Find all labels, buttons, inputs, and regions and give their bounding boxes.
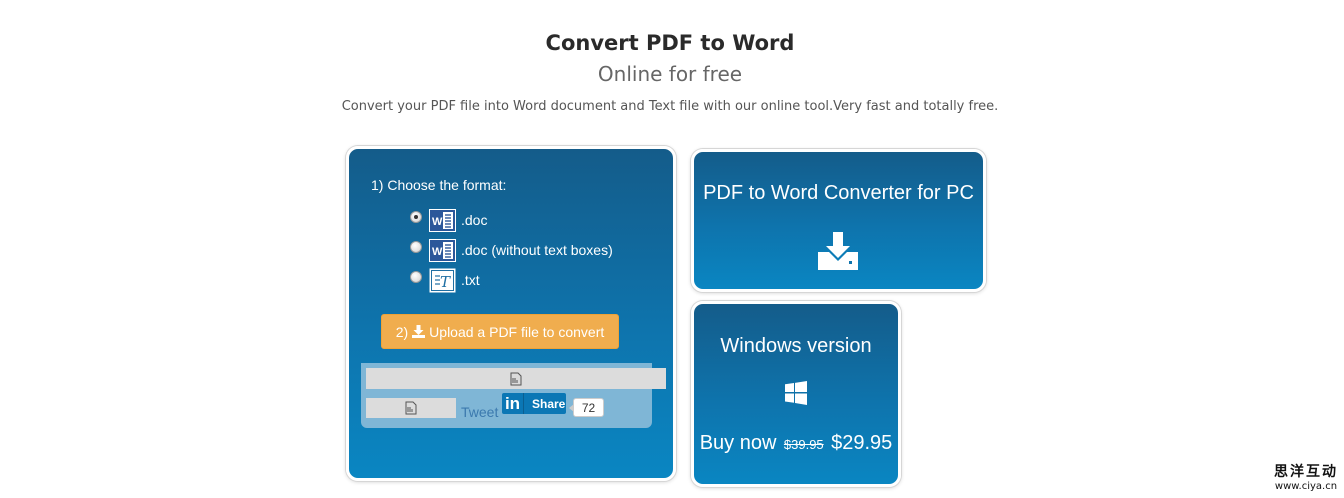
buy-now-label[interactable]: Buy now (700, 432, 777, 454)
social-widget-placeholder-small (366, 398, 456, 418)
buy-now-row[interactable]: Buy now $39.95 $29.95 (694, 432, 898, 455)
svg-text:T: T (440, 273, 451, 291)
format-label-doc[interactable]: .doc (461, 212, 487, 228)
share-count-badge: 72 (569, 398, 604, 417)
linkedin-share-label: Share (532, 396, 566, 411)
watermark-url: www.ciya.cn (1274, 481, 1338, 492)
pc-converter-card[interactable]: PDF to Word Converter for PC (691, 149, 986, 292)
old-price: $39.95 (783, 437, 824, 452)
windows-logo-icon (785, 381, 807, 405)
format-radio-txt[interactable] (410, 271, 422, 283)
windows-version-title: Windows version (720, 335, 872, 357)
format-label-txt[interactable]: .txt (461, 272, 480, 288)
social-widget-placeholder (366, 368, 666, 389)
download-icon (818, 232, 858, 270)
format-radio-doc-no-textboxes[interactable] (410, 241, 422, 253)
upload-pdf-button[interactable]: 2) Upload a PDF file to convert (381, 314, 619, 349)
format-label-doc-no-textboxes[interactable]: .doc (without text boxes) (461, 242, 613, 258)
page-description: Convert your PDF file into Word document… (341, 99, 999, 114)
page-subtitle: Online for free (597, 62, 743, 86)
windows-version-card[interactable]: Windows version Buy now $39.95 $29.95 (691, 301, 901, 487)
upload-label: Upload a PDF file to convert (429, 323, 605, 340)
word-icon: W (429, 208, 456, 233)
site-watermark: 思洋互动 www.ciya.cn (1274, 461, 1338, 492)
watermark-name: 思洋互动 (1274, 464, 1338, 480)
word-icon: W (429, 238, 456, 263)
converter-panel: 1) Choose the format: W .doc W .doc (wit… (346, 146, 676, 481)
broken-image-icon (510, 372, 522, 385)
format-option-doc-no-textboxes[interactable]: W .doc (without text boxes) (410, 237, 613, 263)
linkedin-icon: in (502, 393, 524, 414)
format-radio-doc[interactable] (410, 211, 422, 223)
svg-text:W: W (432, 216, 443, 228)
pc-converter-title: PDF to Word Converter for PC (703, 182, 974, 204)
format-option-doc[interactable]: W .doc (410, 207, 487, 233)
social-share-panel: Tweet in Share 72 (361, 363, 666, 428)
download-icon (412, 325, 426, 338)
format-option-txt[interactable]: T .txt (410, 267, 480, 293)
upload-step-number: 2) (395, 323, 409, 340)
tweet-link[interactable]: Tweet (461, 404, 498, 420)
text-file-icon: T (429, 268, 456, 293)
linkedin-share-button[interactable]: in Share (502, 393, 566, 414)
new-price: $29.95 (831, 432, 893, 454)
broken-image-icon (405, 401, 417, 415)
svg-text:W: W (432, 246, 443, 258)
format-step-label: 1) Choose the format: (371, 177, 507, 193)
page-title: Convert PDF to Word (545, 31, 795, 55)
